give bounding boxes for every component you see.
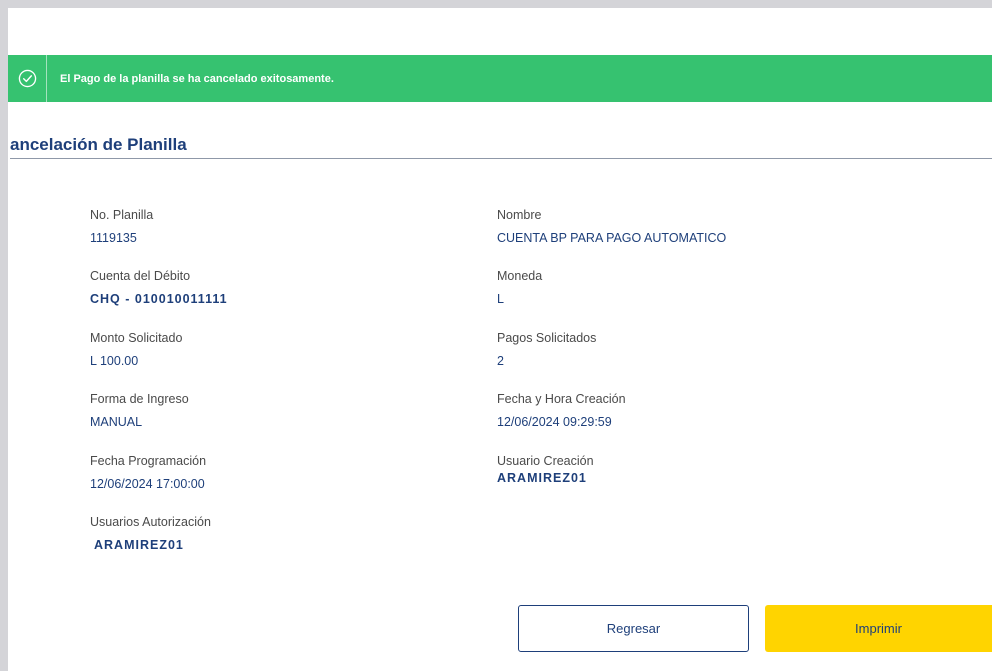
field-nombre: Nombre CUENTA BP PARA PAGO AUTOMATICO xyxy=(497,208,726,245)
field-pagos-solicitados: Pagos Solicitados 2 xyxy=(497,331,596,368)
banner-icon-wrap xyxy=(8,55,47,102)
field-value: CHQ - 010010011111 xyxy=(90,292,228,306)
field-value: MANUAL xyxy=(90,415,143,429)
field-label: Forma de Ingreso xyxy=(90,392,189,406)
field-value: L xyxy=(497,292,504,306)
field-monto-solicitado: Monto Solicitado L 100.00 xyxy=(90,331,182,368)
field-value: 1119135 xyxy=(90,231,137,245)
field-label: Fecha Programación xyxy=(90,454,207,468)
field-value: ARAMIREZ01 xyxy=(497,471,587,485)
page-title: ancelación de Planilla xyxy=(10,135,187,154)
field-label: Usuario Creación xyxy=(497,454,594,468)
field-usuario-creacion: Usuario Creación ARAMIREZ01 xyxy=(497,454,594,485)
check-circle-icon xyxy=(18,69,36,88)
field-no-planilla: No. Planilla 1119135 xyxy=(90,208,153,245)
field-value: 12/06/2024 09:29:59 xyxy=(497,415,612,429)
field-label: Cuenta del Débito xyxy=(90,269,191,283)
title-divider xyxy=(10,158,992,159)
imprimir-button[interactable]: Imprimir xyxy=(765,605,992,652)
success-message: El Pago de la planilla se ha cancelado e… xyxy=(60,72,334,85)
main-panel: El Pago de la planilla se ha cancelado e… xyxy=(8,8,992,671)
field-label: Pagos Solicitados xyxy=(497,331,597,345)
field-label: Usuarios Autorización xyxy=(90,515,211,529)
imprimir-button-label: Imprimir xyxy=(855,621,902,636)
regresar-button-label: Regresar xyxy=(606,621,661,636)
field-cuenta-debito: Cuenta del Débito CHQ - 010010011111 xyxy=(90,269,228,306)
field-value: 2 xyxy=(497,354,504,368)
regresar-button[interactable]: Regresar xyxy=(518,605,749,652)
field-label: Fecha y Hora Creación xyxy=(497,392,626,406)
field-value: ARAMIREZ01 xyxy=(94,538,184,552)
field-label: Monto Solicitado xyxy=(90,331,183,345)
field-value: CUENTA BP PARA PAGO AUTOMATICO xyxy=(497,231,727,245)
field-value: 12/06/2024 17:00:00 xyxy=(90,477,205,491)
field-moneda: Moneda L xyxy=(497,269,542,306)
field-usuarios-autorizacion: Usuarios Autorización ARAMIREZ01 xyxy=(90,515,211,552)
field-label: No. Planilla xyxy=(90,208,154,222)
field-fecha-hora-creacion: Fecha y Hora Creación 12/06/2024 09:29:5… xyxy=(497,392,626,429)
field-label: Nombre xyxy=(497,208,542,222)
success-banner: El Pago de la planilla se ha cancelado e… xyxy=(8,55,992,102)
field-forma-ingreso: Forma de Ingreso MANUAL xyxy=(90,392,189,429)
field-fecha-programacion: Fecha Programación 12/06/2024 17:00:00 xyxy=(90,454,206,491)
field-value: L 100.00 xyxy=(90,354,139,368)
field-label: Moneda xyxy=(497,269,543,283)
